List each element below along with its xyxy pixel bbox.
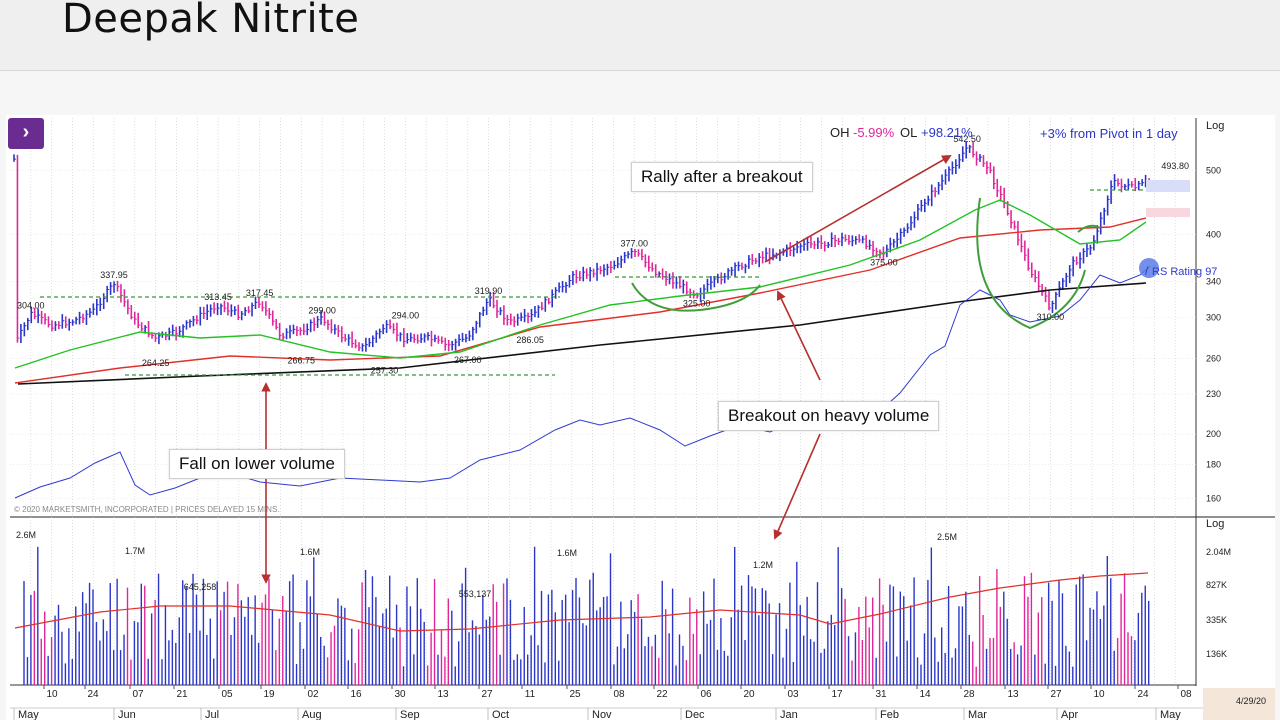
pivot-sell-zone — [1146, 208, 1190, 217]
x-tick-label: 27 — [481, 689, 493, 700]
x-tick-label: 30 — [394, 689, 406, 700]
x-tick-label: 08 — [1180, 689, 1192, 700]
chevron-right-icon[interactable]: › — [8, 118, 44, 149]
ol-value: +98.21% — [921, 125, 973, 140]
volume-label: 645,258 — [184, 582, 217, 592]
price-scale-label: Log — [1206, 120, 1224, 132]
fall-callout: Fall on lower volume — [169, 449, 345, 479]
month-label: May — [18, 709, 39, 720]
x-tick-label: 27 — [1050, 689, 1062, 700]
price-label: 377.00 — [620, 239, 648, 249]
price-tick-label: 200 — [1206, 429, 1221, 439]
month-label: May — [1160, 709, 1181, 720]
volume-scale-label: Log — [1206, 518, 1224, 530]
price-label: 310.00 — [1037, 312, 1065, 322]
price-label: 304.00 — [17, 301, 45, 311]
pivot-buy-zone — [1146, 180, 1190, 192]
x-tick-label: 21 — [176, 689, 188, 700]
month-label: Jul — [205, 709, 219, 720]
oh-value: -5.99% — [853, 125, 895, 140]
x-tick-label: 22 — [656, 689, 668, 700]
x-tick-label: 24 — [1137, 689, 1149, 700]
x-tick-label: 19 — [263, 689, 275, 700]
oh-label: OH — [830, 125, 850, 140]
month-label: Feb — [880, 709, 899, 720]
price-tick-label: 400 — [1206, 230, 1221, 240]
month-label: Jan — [780, 709, 798, 720]
price-label: 375.00 — [870, 257, 898, 267]
month-label: Dec — [685, 709, 705, 720]
x-tick-label: 02 — [307, 689, 319, 700]
volume-tick-label: 827K — [1206, 580, 1227, 590]
x-tick-label: 05 — [221, 689, 233, 700]
x-tick-label: 13 — [1007, 689, 1019, 700]
volume-label: 1.6M — [300, 547, 320, 557]
x-tick-label: 20 — [743, 689, 755, 700]
month-label: Oct — [492, 709, 509, 720]
month-label: Mar — [968, 709, 987, 720]
volume-tick-label: 335K — [1206, 615, 1227, 625]
price-tick-label: 300 — [1206, 313, 1221, 323]
x-tick-label: 16 — [350, 689, 362, 700]
x-tick-label: 14 — [919, 689, 931, 700]
price-label: 286.05 — [516, 335, 544, 345]
ol-label: OL — [900, 125, 917, 140]
x-tick-label: 10 — [46, 689, 58, 700]
rally-callout: Rally after a breakout — [631, 162, 813, 192]
date-stamp: 4/29/20 — [1236, 696, 1266, 706]
x-tick-label: 07 — [132, 689, 144, 700]
price-label: 319.90 — [475, 286, 503, 296]
copyright-text: © 2020 MARKETSMITH, INCORPORATED | PRICE… — [14, 505, 280, 514]
price-label: 325.00 — [683, 298, 711, 308]
volume-label: 1.2M — [753, 560, 773, 570]
x-tick-label: 17 — [831, 689, 843, 700]
price-tick-label: 260 — [1206, 354, 1221, 364]
rs-rating-label: RS Rating 97 — [1152, 266, 1217, 278]
pivot-text: +3% from Pivot in 1 day — [1040, 126, 1178, 141]
price-label: 317.45 — [246, 288, 274, 298]
price-tick-label: 500 — [1206, 165, 1221, 175]
x-tick-label: 28 — [963, 689, 975, 700]
month-label: Sep — [400, 709, 420, 720]
x-tick-label: 13 — [437, 689, 449, 700]
price-label: 266.75 — [288, 355, 316, 365]
price-tick-label: 180 — [1206, 460, 1221, 470]
volume-label: 1.6M — [557, 548, 577, 558]
price-label: 264.25 — [142, 358, 170, 368]
month-label: Apr — [1061, 709, 1078, 720]
x-tick-label: 31 — [875, 689, 887, 700]
x-tick-label: 06 — [700, 689, 712, 700]
price-label: 299.00 — [308, 305, 336, 315]
x-tick-label: 25 — [569, 689, 581, 700]
price-label: 294.00 — [392, 310, 420, 320]
price-label: 267.00 — [454, 355, 482, 365]
volume-label: 553,137 — [459, 589, 492, 599]
month-label: Jun — [118, 709, 136, 720]
price-label: 257.30 — [371, 366, 399, 376]
x-tick-label: 11 — [525, 689, 536, 700]
stock-chart: 160180200230260300340400500LogLog2.04M82… — [6, 115, 1275, 720]
breakout-callout: Breakout on heavy volume — [718, 401, 940, 431]
volume-tick-label: 136K — [1206, 649, 1227, 659]
volume-label: 2.6M — [16, 530, 36, 540]
volume-label: 2.5M — [937, 532, 957, 542]
price-tick-label: 160 — [1206, 493, 1221, 503]
x-tick-label: 08 — [613, 689, 625, 700]
month-label: Nov — [592, 709, 612, 720]
month-label: Aug — [302, 709, 322, 720]
price-label: 313.45 — [204, 292, 232, 302]
x-tick-label: 24 — [87, 689, 99, 700]
volume-tick-label: 2.04M — [1206, 547, 1231, 557]
price-tick-label: 230 — [1206, 389, 1221, 399]
price-label: 493.80 — [1161, 161, 1189, 171]
x-tick-label: 03 — [787, 689, 799, 700]
x-tick-label: 10 — [1093, 689, 1105, 700]
volume-label: 1.7M — [125, 546, 145, 556]
price-label: 337.95 — [100, 270, 128, 280]
